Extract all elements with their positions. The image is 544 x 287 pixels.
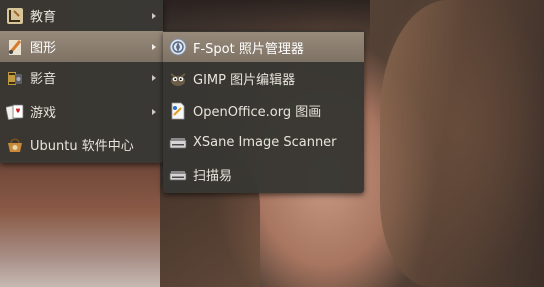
menu-item-label: XSane Image Scanner bbox=[193, 135, 337, 150]
menu-item-graphics[interactable]: 图形 bbox=[0, 31, 163, 62]
graphics-submenu: F-Spot 照片管理器 GIMP 图片编辑器 OpenOffice.org 图… bbox=[163, 31, 364, 193]
gimp-icon bbox=[169, 70, 187, 88]
software-center-icon bbox=[6, 136, 24, 154]
submenu-arrow-icon bbox=[152, 108, 156, 115]
menu-item-label: 影音 bbox=[30, 72, 57, 87]
menu-item-games[interactable]: 游戏 bbox=[0, 96, 163, 127]
submenu-item-xsane[interactable]: XSane Image Scanner bbox=[163, 127, 364, 158]
menu-item-label: 扫描易 bbox=[193, 169, 233, 184]
submenu-item-simple-scan[interactable]: 扫描易 bbox=[163, 159, 364, 190]
submenu-arrow-icon bbox=[152, 43, 156, 50]
f-spot-icon bbox=[169, 38, 187, 56]
menu-item-label: OpenOffice.org 图画 bbox=[193, 105, 322, 120]
submenu-item-openoffice-draw[interactable]: OpenOffice.org 图画 bbox=[163, 95, 364, 126]
menu-item-label: F-Spot 照片管理器 bbox=[193, 41, 304, 57]
education-icon bbox=[6, 7, 24, 25]
games-icon bbox=[5, 103, 24, 121]
submenu-item-f-spot[interactable]: F-Spot 照片管理器 bbox=[163, 32, 364, 62]
simple-scan-icon bbox=[169, 166, 187, 184]
submenu-item-gimp[interactable]: GIMP 图片编辑器 bbox=[163, 63, 364, 94]
menu-item-label: 图形 bbox=[30, 41, 57, 56]
openoffice-draw-icon bbox=[169, 102, 187, 120]
menu-item-software-center[interactable]: Ubuntu 软件中心 bbox=[0, 129, 163, 160]
scanner-icon bbox=[169, 134, 187, 152]
menu-item-label: Ubuntu 软件中心 bbox=[30, 139, 134, 154]
menu-item-label: 游戏 bbox=[30, 106, 57, 121]
menu-item-label: 教育 bbox=[30, 10, 57, 25]
submenu-arrow-icon bbox=[152, 12, 156, 19]
menu-item-sound-video[interactable]: 影音 bbox=[0, 62, 163, 93]
applications-menu: 教育 图形 影音 游戏 Ubuntu 软件中心 bbox=[0, 0, 163, 163]
submenu-arrow-icon bbox=[152, 74, 156, 81]
menu-item-education[interactable]: 教育 bbox=[0, 0, 163, 31]
sound-video-icon bbox=[6, 69, 24, 87]
graphics-icon bbox=[6, 38, 24, 56]
menu-item-label: GIMP 图片编辑器 bbox=[193, 73, 296, 88]
